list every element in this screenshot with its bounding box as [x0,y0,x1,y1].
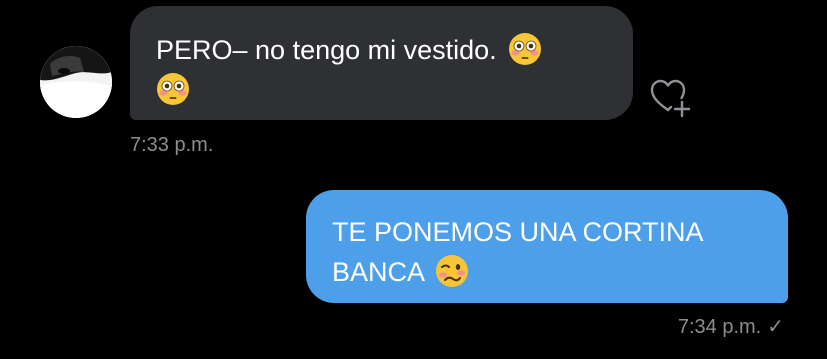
woozy-face-emoji [435,254,469,288]
avatar[interactable] [40,46,112,118]
outgoing-message-text-line1: TE PONEMOS UNA CORTINA [332,217,704,247]
outgoing-message-timestamp-row: 7:34 p.m. ✓ [678,315,784,339]
incoming-message-text: PERO– no tengo mi vestido. [156,35,497,65]
incoming-message-bubble[interactable]: PERO– no tengo mi vestido. [130,6,633,120]
incoming-message-timestamp: 7:33 p.m. [130,134,214,156]
outgoing-message-bubble[interactable]: TE PONEMOS UNA CORTINA BANCA [306,190,788,303]
heart-plus-icon[interactable] [648,76,694,118]
outgoing-message-timestamp: 7:34 p.m. [677,316,762,338]
flushed-face-emoji [156,72,190,106]
sent-check-icon: ✓ [767,316,784,338]
outgoing-message-text-line2: BANCA [332,257,424,287]
flushed-face-emoji [508,32,542,66]
avatar-image [40,46,112,118]
